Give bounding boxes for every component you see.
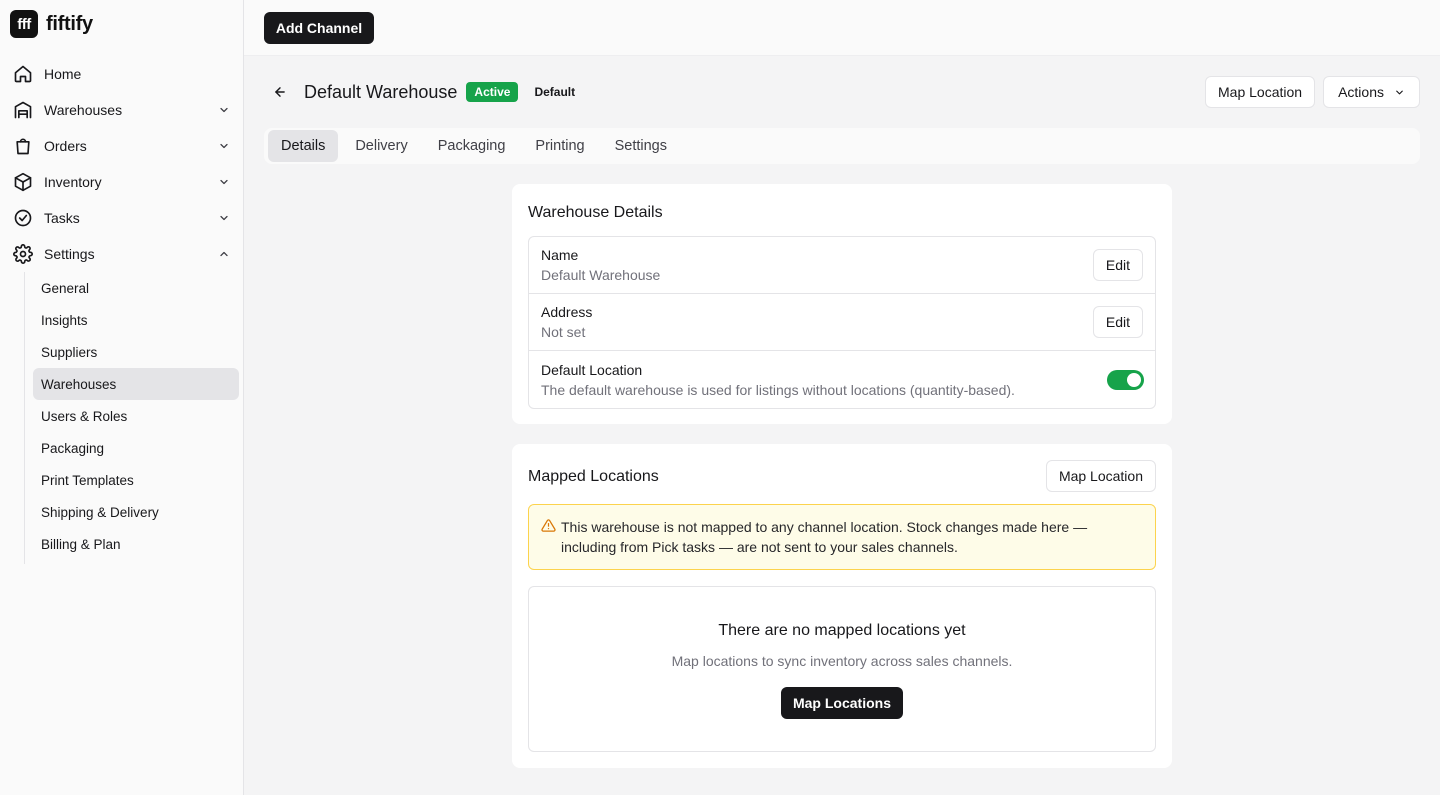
status-badge: Active	[466, 82, 519, 102]
subnav-item-general[interactable]: General	[33, 272, 239, 304]
empty-state-description: Map locations to sync inventory across s…	[671, 653, 1013, 669]
detail-value: Default Warehouse	[541, 267, 661, 283]
topbar: Add Channel	[244, 0, 1440, 56]
actions-button[interactable]: Actions	[1323, 76, 1420, 108]
add-channel-button[interactable]: Add Channel	[264, 12, 374, 44]
toggle-knob	[1127, 372, 1141, 387]
map-location-button[interactable]: Map Location	[1205, 76, 1316, 108]
mapped-locations-title: Mapped Locations	[528, 468, 659, 485]
brand-name: fiftify	[46, 12, 93, 35]
warning-alert: This warehouse is not mapped to any chan…	[528, 504, 1156, 570]
brand-logo: fff	[10, 10, 38, 38]
map-locations-button[interactable]: Map Locations	[781, 687, 903, 719]
chevron-down-icon[interactable]	[216, 102, 232, 118]
subnav-item-billing-plan[interactable]: Billing & Plan	[33, 528, 239, 560]
warehouse-details-card: Warehouse Details Name Default Warehouse…	[512, 184, 1172, 424]
warehouse-details-title: Warehouse Details	[528, 204, 663, 221]
tab-printing[interactable]: Printing	[522, 130, 597, 162]
edit-address-button[interactable]: Edit	[1092, 306, 1143, 338]
nav-item-orders[interactable]: Orders	[10, 128, 238, 164]
gear-icon	[12, 243, 34, 265]
page-header: Default Warehouse Active Default Map Loc…	[268, 76, 1420, 108]
map-location-card-button[interactable]: Map Location	[1045, 460, 1156, 492]
detail-text: Name Default Warehouse	[541, 247, 1093, 283]
home-icon	[12, 63, 34, 85]
empty-state-title: There are no mapped locations yet	[718, 622, 966, 639]
nav-label: Warehouses	[44, 102, 123, 118]
detail-value: The default warehouse is used for listin…	[541, 381, 1015, 398]
tab-packaging[interactable]: Packaging	[425, 130, 519, 162]
detail-label: Address	[541, 304, 593, 320]
tab-bar: Details Delivery Packaging Printing Sett…	[264, 128, 1420, 164]
subnav-item-suppliers[interactable]: Suppliers	[33, 336, 239, 368]
shopping-bag-icon	[12, 135, 34, 157]
detail-text: Address Not set	[541, 304, 1093, 340]
chevron-down-icon	[1394, 87, 1405, 98]
mapped-locations-card: Mapped Locations Map Location This wareh…	[512, 444, 1172, 768]
nav-label: Home	[44, 66, 82, 82]
details-list: Name Default Warehouse Edit Address Not …	[528, 236, 1156, 409]
nav-item-home[interactable]: Home	[10, 56, 238, 92]
detail-row-name: Name Default Warehouse Edit	[529, 237, 1155, 294]
subnav-item-packaging[interactable]: Packaging	[33, 432, 239, 464]
subnav-item-print-templates[interactable]: Print Templates	[33, 464, 239, 496]
nav-item-warehouses[interactable]: Warehouses	[10, 92, 238, 128]
subnav-item-insights[interactable]: Insights	[33, 304, 239, 336]
subnav-item-shipping-delivery[interactable]: Shipping & Delivery	[33, 496, 239, 528]
default-badge: Default	[534, 85, 576, 99]
tab-delivery[interactable]: Delivery	[342, 130, 420, 162]
subnav-item-users-roles[interactable]: Users & Roles	[33, 400, 239, 432]
nav-label: Tasks	[44, 210, 80, 226]
chevron-down-icon[interactable]	[216, 138, 232, 154]
check-circle-icon	[12, 207, 34, 229]
warehouse-icon	[12, 99, 34, 121]
detail-row-address: Address Not set Edit	[529, 294, 1155, 351]
chevron-up-icon[interactable]	[216, 246, 232, 262]
nav-label: Orders	[44, 138, 87, 154]
box-icon	[12, 171, 34, 193]
settings-subnav: General Insights Suppliers Warehouses Us…	[24, 272, 239, 564]
nav-item-inventory[interactable]: Inventory	[10, 164, 238, 200]
sidebar: fff fiftify Home Warehouses Orders Inven…	[0, 0, 244, 795]
nav-item-tasks[interactable]: Tasks	[10, 200, 238, 236]
map-location-label: Map Location	[1218, 84, 1303, 100]
main-nav: Home Warehouses Orders Inventory Tasks S…	[10, 56, 238, 272]
actions-label: Actions	[1338, 84, 1384, 100]
detail-row-default-location: Default Location The default warehouse i…	[529, 351, 1155, 408]
warning-triangle-icon	[541, 518, 557, 534]
edit-name-button[interactable]: Edit	[1092, 249, 1143, 281]
brand[interactable]: fff fiftify	[10, 10, 93, 38]
chevron-down-icon[interactable]	[216, 174, 232, 190]
empty-state: There are no mapped locations yet Map lo…	[528, 586, 1156, 752]
header-actions: Map Location Actions	[1205, 76, 1420, 108]
back-arrow-icon[interactable]	[268, 80, 292, 104]
subnav-item-warehouses[interactable]: Warehouses	[33, 368, 239, 400]
page-title: Default Warehouse	[304, 81, 458, 102]
detail-text: Default Location The default warehouse i…	[541, 362, 1107, 398]
default-location-toggle[interactable]	[1107, 369, 1144, 390]
detail-label: Default Location	[541, 361, 643, 378]
chevron-down-icon[interactable]	[216, 210, 232, 226]
detail-label: Name	[541, 247, 579, 263]
nav-label: Settings	[44, 246, 95, 262]
nav-label: Inventory	[44, 174, 102, 190]
tab-details[interactable]: Details	[268, 130, 339, 162]
nav-item-settings[interactable]: Settings	[10, 236, 238, 272]
alert-text: This warehouse is not mapped to any chan…	[561, 519, 1088, 555]
detail-value: Not set	[541, 324, 586, 340]
tab-settings[interactable]: Settings	[602, 130, 680, 162]
